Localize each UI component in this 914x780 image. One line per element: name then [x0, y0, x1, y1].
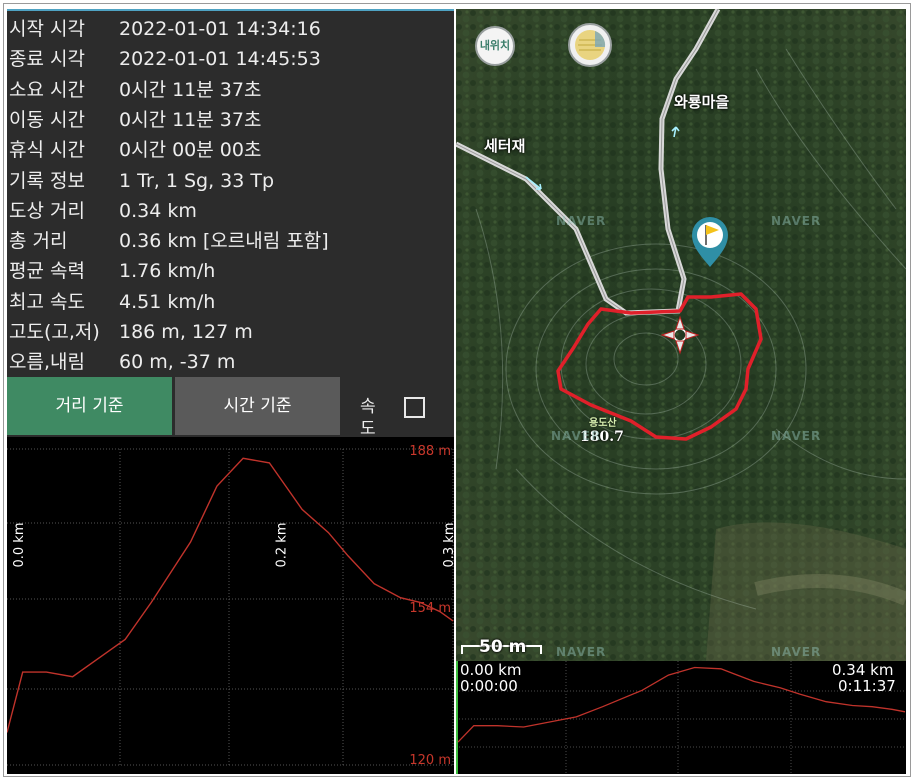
mini-start-distance: 0.00 km — [460, 661, 522, 679]
naver-watermark: NAVER — [551, 429, 602, 443]
stat-value: 60 m, -37 m — [119, 351, 236, 374]
speed-checkbox[interactable] — [404, 397, 425, 418]
peak-name-label: 용도산 — [589, 418, 617, 429]
distance-basis-button[interactable]: 거리 기준 — [7, 377, 172, 435]
naver-watermark: NAVER — [556, 645, 607, 659]
stat-label: 기록 정보 — [9, 169, 85, 192]
stat-value: 0.34 km — [119, 199, 197, 222]
mini-start-time: 0:00:00 — [460, 677, 518, 695]
stat-label: 도상 거리 — [9, 199, 85, 222]
naver-watermark: NAVER — [771, 214, 822, 228]
stat-label: 고도(고,저) — [9, 321, 100, 343]
track-info-panel: 시작 시각 2022-01-01 14:34:16 종료 시각 2022-01-01 … — [7, 9, 454, 774]
x-tick-label: 0.0 km — [12, 523, 27, 568]
place-label-seteojae: 세터재 — [484, 137, 526, 155]
stat-value: 2022-01-01 14:45:53 — [119, 48, 321, 71]
time-basis-button[interactable]: 시간 기준 — [175, 377, 340, 435]
mini-end-distance: 0.34 km — [832, 661, 894, 679]
map-layer-icon — [568, 23, 612, 67]
stat-value: 1.76 km/h — [119, 260, 216, 283]
mini-end-time: 0:11:37 — [838, 677, 896, 695]
satellite-map[interactable]: 내위치 와룡마을 세터재 용도산 180.7 NAVER NAVER NAVER… — [456, 9, 906, 661]
stat-label: 소요 시간 — [9, 78, 85, 101]
naver-watermark: NAVER — [771, 645, 822, 659]
stat-value: 0시간 11분 37초 — [119, 78, 262, 101]
my-location-label: 내위치 — [479, 39, 511, 52]
stat-label: 최고 속도 — [9, 290, 85, 313]
stat-label: 시작 시각 — [9, 18, 85, 40]
elevation-chart: 0.0 km 0.2 km 0.3 km 188 m 154 m 120 m — [7, 437, 454, 774]
x-tick-label: 0.2 km — [274, 523, 289, 568]
y-tick-label: 120 m — [409, 753, 451, 768]
stat-value: 0시간 11분 37초 — [119, 108, 262, 131]
top-accent-line — [7, 9, 454, 11]
stat-label: 휴식 시간 — [9, 139, 85, 162]
y-tick-label: 188 m — [409, 444, 451, 459]
stat-label: 이동 시간 — [9, 108, 85, 131]
stat-value: 1 Tr, 1 Sg, 33 Tp — [119, 169, 275, 192]
stat-label: 종료 시각 — [9, 48, 85, 71]
map-layer-button[interactable] — [567, 22, 613, 68]
stat-value: 2022-01-01 14:34:16 — [119, 18, 321, 40]
naver-watermark: NAVER — [556, 214, 607, 228]
x-tick-label: 0.3 km — [442, 523, 454, 568]
stat-label: 오름,내림 — [9, 351, 85, 374]
stat-value: 0시간 00분 00초 — [119, 139, 262, 162]
scale-label: 50 m — [479, 637, 527, 657]
stat-label: 평균 속력 — [9, 260, 85, 283]
chart-background — [7, 437, 454, 774]
stat-label: 총 거리 — [9, 230, 68, 253]
place-label-warong: 와룡마을 — [674, 93, 730, 111]
naver-watermark: NAVER — [771, 429, 822, 443]
my-location-button[interactable]: 내위치 — [475, 26, 515, 66]
speed-label: 속도 — [360, 397, 376, 439]
stat-value: 0.36 km [오르내림 포함] — [119, 230, 329, 253]
stat-value: 4.51 km/h — [119, 290, 216, 313]
stat-value: 186 m, 127 m — [119, 321, 253, 343]
y-tick-label: 154 m — [409, 601, 451, 616]
